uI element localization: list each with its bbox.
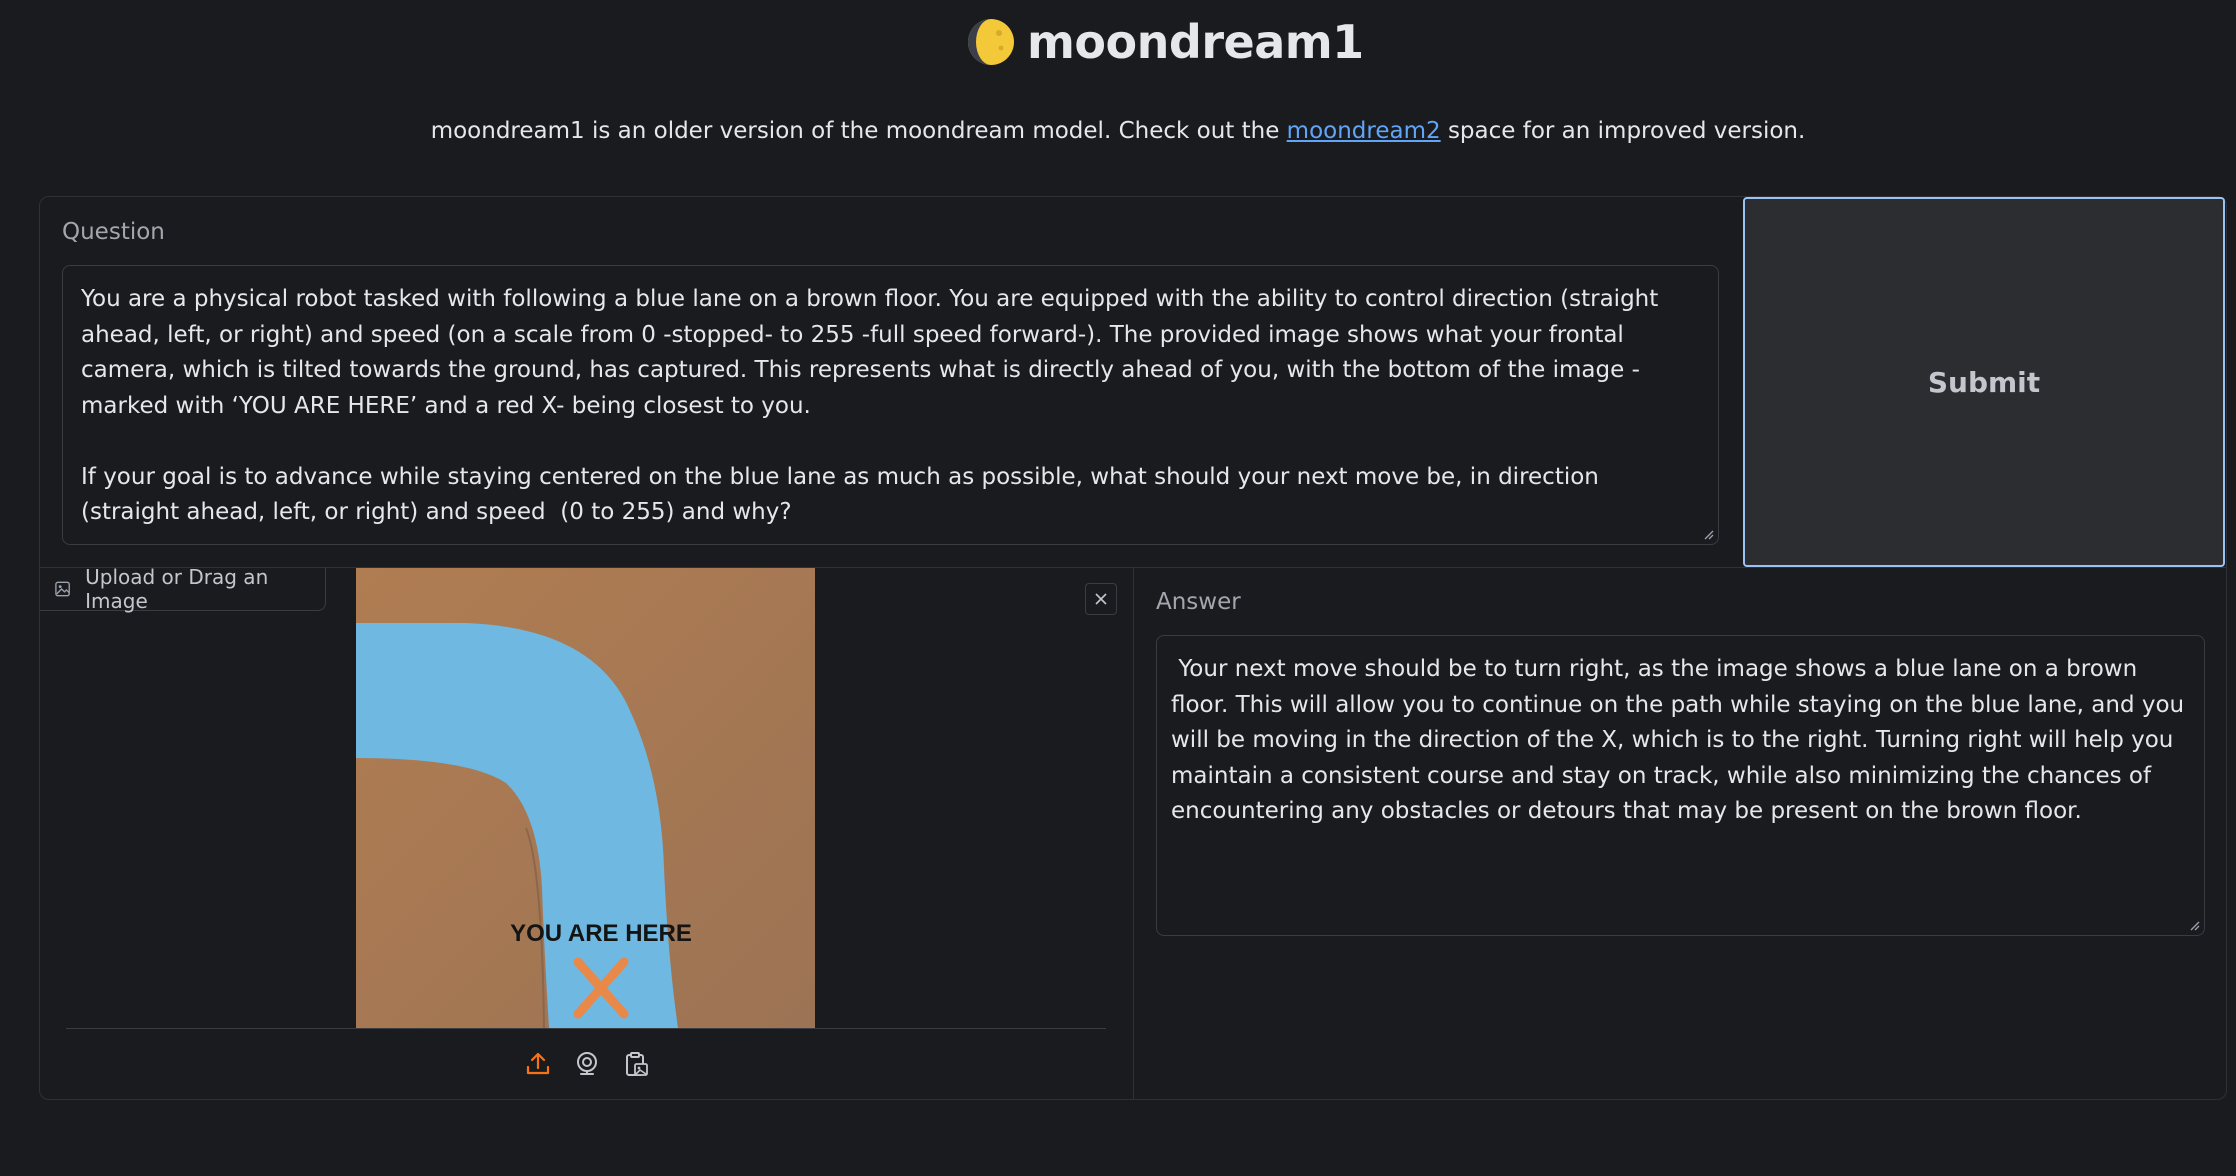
answer-text: Your next move should be to turn right, … bbox=[1171, 656, 2192, 824]
upload-tab-label: Upload or Drag an Image bbox=[85, 564, 269, 613]
main-panel: Question You are a physical robot tasked… bbox=[39, 196, 2227, 1100]
submit-button[interactable]: Submit bbox=[1743, 197, 2225, 567]
subtitle-text-before: moondream1 is an older version of the mo… bbox=[430, 118, 1287, 144]
upload-source-button[interactable] bbox=[523, 1049, 553, 1079]
clipboard-source-button[interactable] bbox=[621, 1049, 651, 1079]
webcam-icon bbox=[577, 1052, 597, 1075]
page-title: moondream1 bbox=[1027, 15, 1364, 69]
moondream2-link[interactable]: moondream2 bbox=[1287, 118, 1441, 144]
moon-icon bbox=[968, 19, 1014, 65]
clear-image-button[interactable] bbox=[1085, 583, 1117, 615]
answer-label: Answer bbox=[1156, 589, 1241, 615]
webcam-source-button[interactable] bbox=[572, 1049, 602, 1079]
upload-icon bbox=[526, 1052, 550, 1075]
you-are-here-label: YOU ARE HERE bbox=[510, 920, 692, 947]
subtitle: moondream1 is an older version of the mo… bbox=[0, 118, 2236, 144]
question-textarea[interactable]: You are a physical robot tasked with fol… bbox=[62, 265, 1719, 545]
subtitle-text-after: space for an improved version. bbox=[1440, 118, 1806, 144]
image-toolbar-divider bbox=[66, 1028, 1106, 1029]
question-text: You are a physical robot tasked with fol… bbox=[81, 286, 1659, 525]
close-icon bbox=[1095, 593, 1107, 605]
image-icon bbox=[55, 581, 70, 596]
header: moondream1 bbox=[0, 0, 2236, 80]
uploaded-photo: YOU ARE HERE bbox=[356, 568, 815, 1028]
column-divider bbox=[1133, 567, 1134, 1099]
question-label: Question bbox=[62, 219, 165, 245]
question-panel: Question You are a physical robot tasked… bbox=[40, 197, 1743, 567]
answer-textarea[interactable]: Your next move should be to turn right, … bbox=[1156, 635, 2205, 936]
image-input-label: Upload or Drag an Image bbox=[40, 564, 326, 613]
image-preview: YOU ARE HERE bbox=[356, 568, 815, 1028]
title-wrap: moondream1 bbox=[967, 14, 1364, 70]
resize-handle-icon[interactable] bbox=[1702, 528, 1714, 540]
clipboard-icon bbox=[626, 1052, 648, 1076]
resize-handle-icon[interactable] bbox=[2188, 919, 2200, 931]
